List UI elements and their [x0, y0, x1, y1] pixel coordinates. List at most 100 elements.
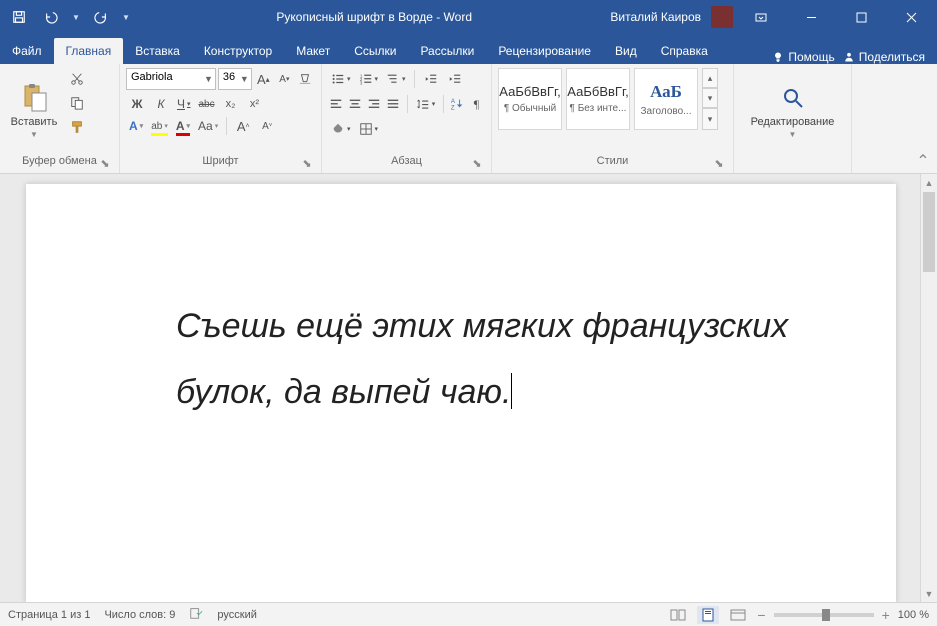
- justify-button[interactable]: [385, 93, 402, 115]
- text-effects-button[interactable]: A▾: [126, 115, 146, 137]
- group-editing: Редактирование ▼: [734, 64, 852, 173]
- sort-button[interactable]: AZ: [449, 93, 466, 115]
- borders-button[interactable]: ▾: [356, 118, 382, 140]
- document-text[interactable]: Съешь ещё этих мягких французских булок,…: [176, 294, 836, 425]
- scroll-down[interactable]: ▼: [921, 585, 937, 602]
- zoom-level[interactable]: 100 %: [898, 609, 929, 621]
- decrease-indent-button[interactable]: [420, 68, 442, 90]
- editing-button[interactable]: Редактирование ▼: [748, 68, 838, 153]
- underline-button[interactable]: Ч▾: [174, 93, 194, 115]
- grow-font-button[interactable]: A▴: [254, 68, 273, 90]
- user-avatar[interactable]: [711, 6, 733, 28]
- tab-layout[interactable]: Макет: [284, 38, 342, 64]
- cut-button[interactable]: [66, 68, 88, 90]
- scroll-up[interactable]: ▲: [921, 174, 937, 191]
- group-label-styles: Стили⬊: [498, 153, 727, 171]
- align-right-button[interactable]: [366, 93, 383, 115]
- tab-insert[interactable]: Вставка: [123, 38, 192, 64]
- language-indicator[interactable]: русский: [217, 609, 256, 621]
- scroll-thumb[interactable]: [923, 192, 935, 272]
- group-paragraph: ▾ 123▾ ▾ ▾ AZ ¶ ▾ ▾: [322, 64, 492, 173]
- format-painter-button[interactable]: [66, 116, 88, 138]
- styles-more[interactable]: ▾: [702, 108, 718, 130]
- vertical-scrollbar[interactable]: ▲ ▼: [920, 174, 937, 602]
- bold-button[interactable]: Ж: [126, 93, 148, 115]
- paste-button[interactable]: Вставить ▼: [6, 68, 62, 153]
- align-center-button[interactable]: [347, 93, 364, 115]
- zoom-knob[interactable]: [822, 609, 830, 621]
- highlight-button[interactable]: ab▾: [148, 115, 171, 137]
- redo-button[interactable]: [88, 4, 114, 30]
- zoom-out-button[interactable]: −: [757, 607, 765, 623]
- show-marks-button[interactable]: ¶: [468, 93, 485, 115]
- grow-font2[interactable]: A˄: [232, 115, 254, 137]
- multilevel-button[interactable]: ▾: [383, 68, 409, 90]
- strike-button[interactable]: abc: [196, 93, 218, 115]
- line-spacing-button[interactable]: ▾: [413, 93, 439, 115]
- subscript-button[interactable]: x₂: [220, 93, 242, 115]
- styles-down[interactable]: ▾: [702, 88, 718, 108]
- maximize-button[interactable]: [839, 0, 883, 34]
- font-name-combo[interactable]: Gabriola▼: [126, 68, 216, 90]
- shrink-font2[interactable]: A˅: [256, 115, 278, 137]
- increase-indent-button[interactable]: [444, 68, 466, 90]
- document-area: Съешь ещё этих мягких французских булок,…: [0, 174, 937, 602]
- collapse-ribbon-button[interactable]: ⌃: [913, 153, 933, 169]
- tab-design[interactable]: Конструктор: [192, 38, 284, 64]
- chevron-down-icon: ▼: [30, 130, 38, 139]
- page[interactable]: Съешь ещё этих мягких французских булок,…: [26, 184, 896, 602]
- undo-dropdown[interactable]: ▼: [70, 4, 82, 30]
- chevron-down-icon: ▼: [240, 74, 249, 84]
- tell-me-button[interactable]: Помощь: [772, 50, 834, 64]
- tab-mailings[interactable]: Рассылки: [408, 38, 486, 64]
- tab-references[interactable]: Ссылки: [342, 38, 408, 64]
- style-normal[interactable]: АаБбВвГг,¶ Обычный: [498, 68, 562, 130]
- minimize-button[interactable]: [789, 0, 833, 34]
- read-mode-button[interactable]: [667, 606, 689, 624]
- font-color-button[interactable]: A▾: [173, 115, 193, 137]
- styles-launcher[interactable]: ⬊: [713, 157, 725, 169]
- font-size-combo[interactable]: 36▼: [218, 68, 252, 90]
- tab-home[interactable]: Главная: [54, 38, 124, 64]
- styles-up[interactable]: ▴: [702, 68, 718, 88]
- superscript-button[interactable]: x²: [244, 93, 266, 115]
- align-left-button[interactable]: [328, 93, 345, 115]
- word-count[interactable]: Число слов: 9: [104, 609, 175, 621]
- zoom-slider[interactable]: [774, 613, 874, 617]
- page-indicator[interactable]: Страница 1 из 1: [8, 609, 90, 621]
- clear-format-button[interactable]: [296, 68, 315, 90]
- copy-button[interactable]: [66, 92, 88, 114]
- numbering-button[interactable]: 123▾: [356, 68, 382, 90]
- share-button[interactable]: Поделиться: [843, 50, 925, 64]
- tab-view[interactable]: Вид: [603, 38, 649, 64]
- save-button[interactable]: [6, 4, 32, 30]
- svg-text:Z: Z: [451, 104, 455, 111]
- tab-review[interactable]: Рецензирование: [486, 38, 603, 64]
- clipboard-launcher[interactable]: ⬊: [99, 157, 111, 169]
- status-bar: Страница 1 из 1 Число слов: 9 русский − …: [0, 602, 937, 626]
- font-launcher[interactable]: ⬊: [301, 157, 313, 169]
- tab-file[interactable]: Файл: [0, 38, 54, 64]
- style-nospacing[interactable]: АаБбВвГг,¶ Без инте...: [566, 68, 630, 130]
- print-layout-button[interactable]: [697, 606, 719, 624]
- style-heading1[interactable]: АаБЗаголово...: [634, 68, 698, 130]
- web-layout-button[interactable]: [727, 606, 749, 624]
- italic-button[interactable]: К: [150, 93, 172, 115]
- bullets-button[interactable]: ▾: [328, 68, 354, 90]
- tab-help[interactable]: Справка: [649, 38, 720, 64]
- ribbon-tabs: Файл Главная Вставка Конструктор Макет С…: [0, 34, 937, 64]
- qat-customize[interactable]: ▼: [120, 4, 132, 30]
- paste-label: Вставить: [11, 116, 58, 128]
- user-name[interactable]: Виталий Каиров: [610, 10, 705, 24]
- group-label-font: Шрифт⬊: [126, 153, 315, 171]
- proofing-icon[interactable]: [189, 606, 203, 623]
- shading-button[interactable]: ▾: [328, 118, 354, 140]
- title-right: Виталий Каиров: [610, 0, 937, 34]
- change-case-button[interactable]: Aa▾: [195, 115, 221, 137]
- close-button[interactable]: [889, 0, 933, 34]
- paragraph-launcher[interactable]: ⬊: [471, 157, 483, 169]
- undo-button[interactable]: [38, 4, 64, 30]
- ribbon-display-button[interactable]: [739, 0, 783, 34]
- zoom-in-button[interactable]: +: [882, 607, 890, 623]
- shrink-font-button[interactable]: A▾: [275, 68, 294, 90]
